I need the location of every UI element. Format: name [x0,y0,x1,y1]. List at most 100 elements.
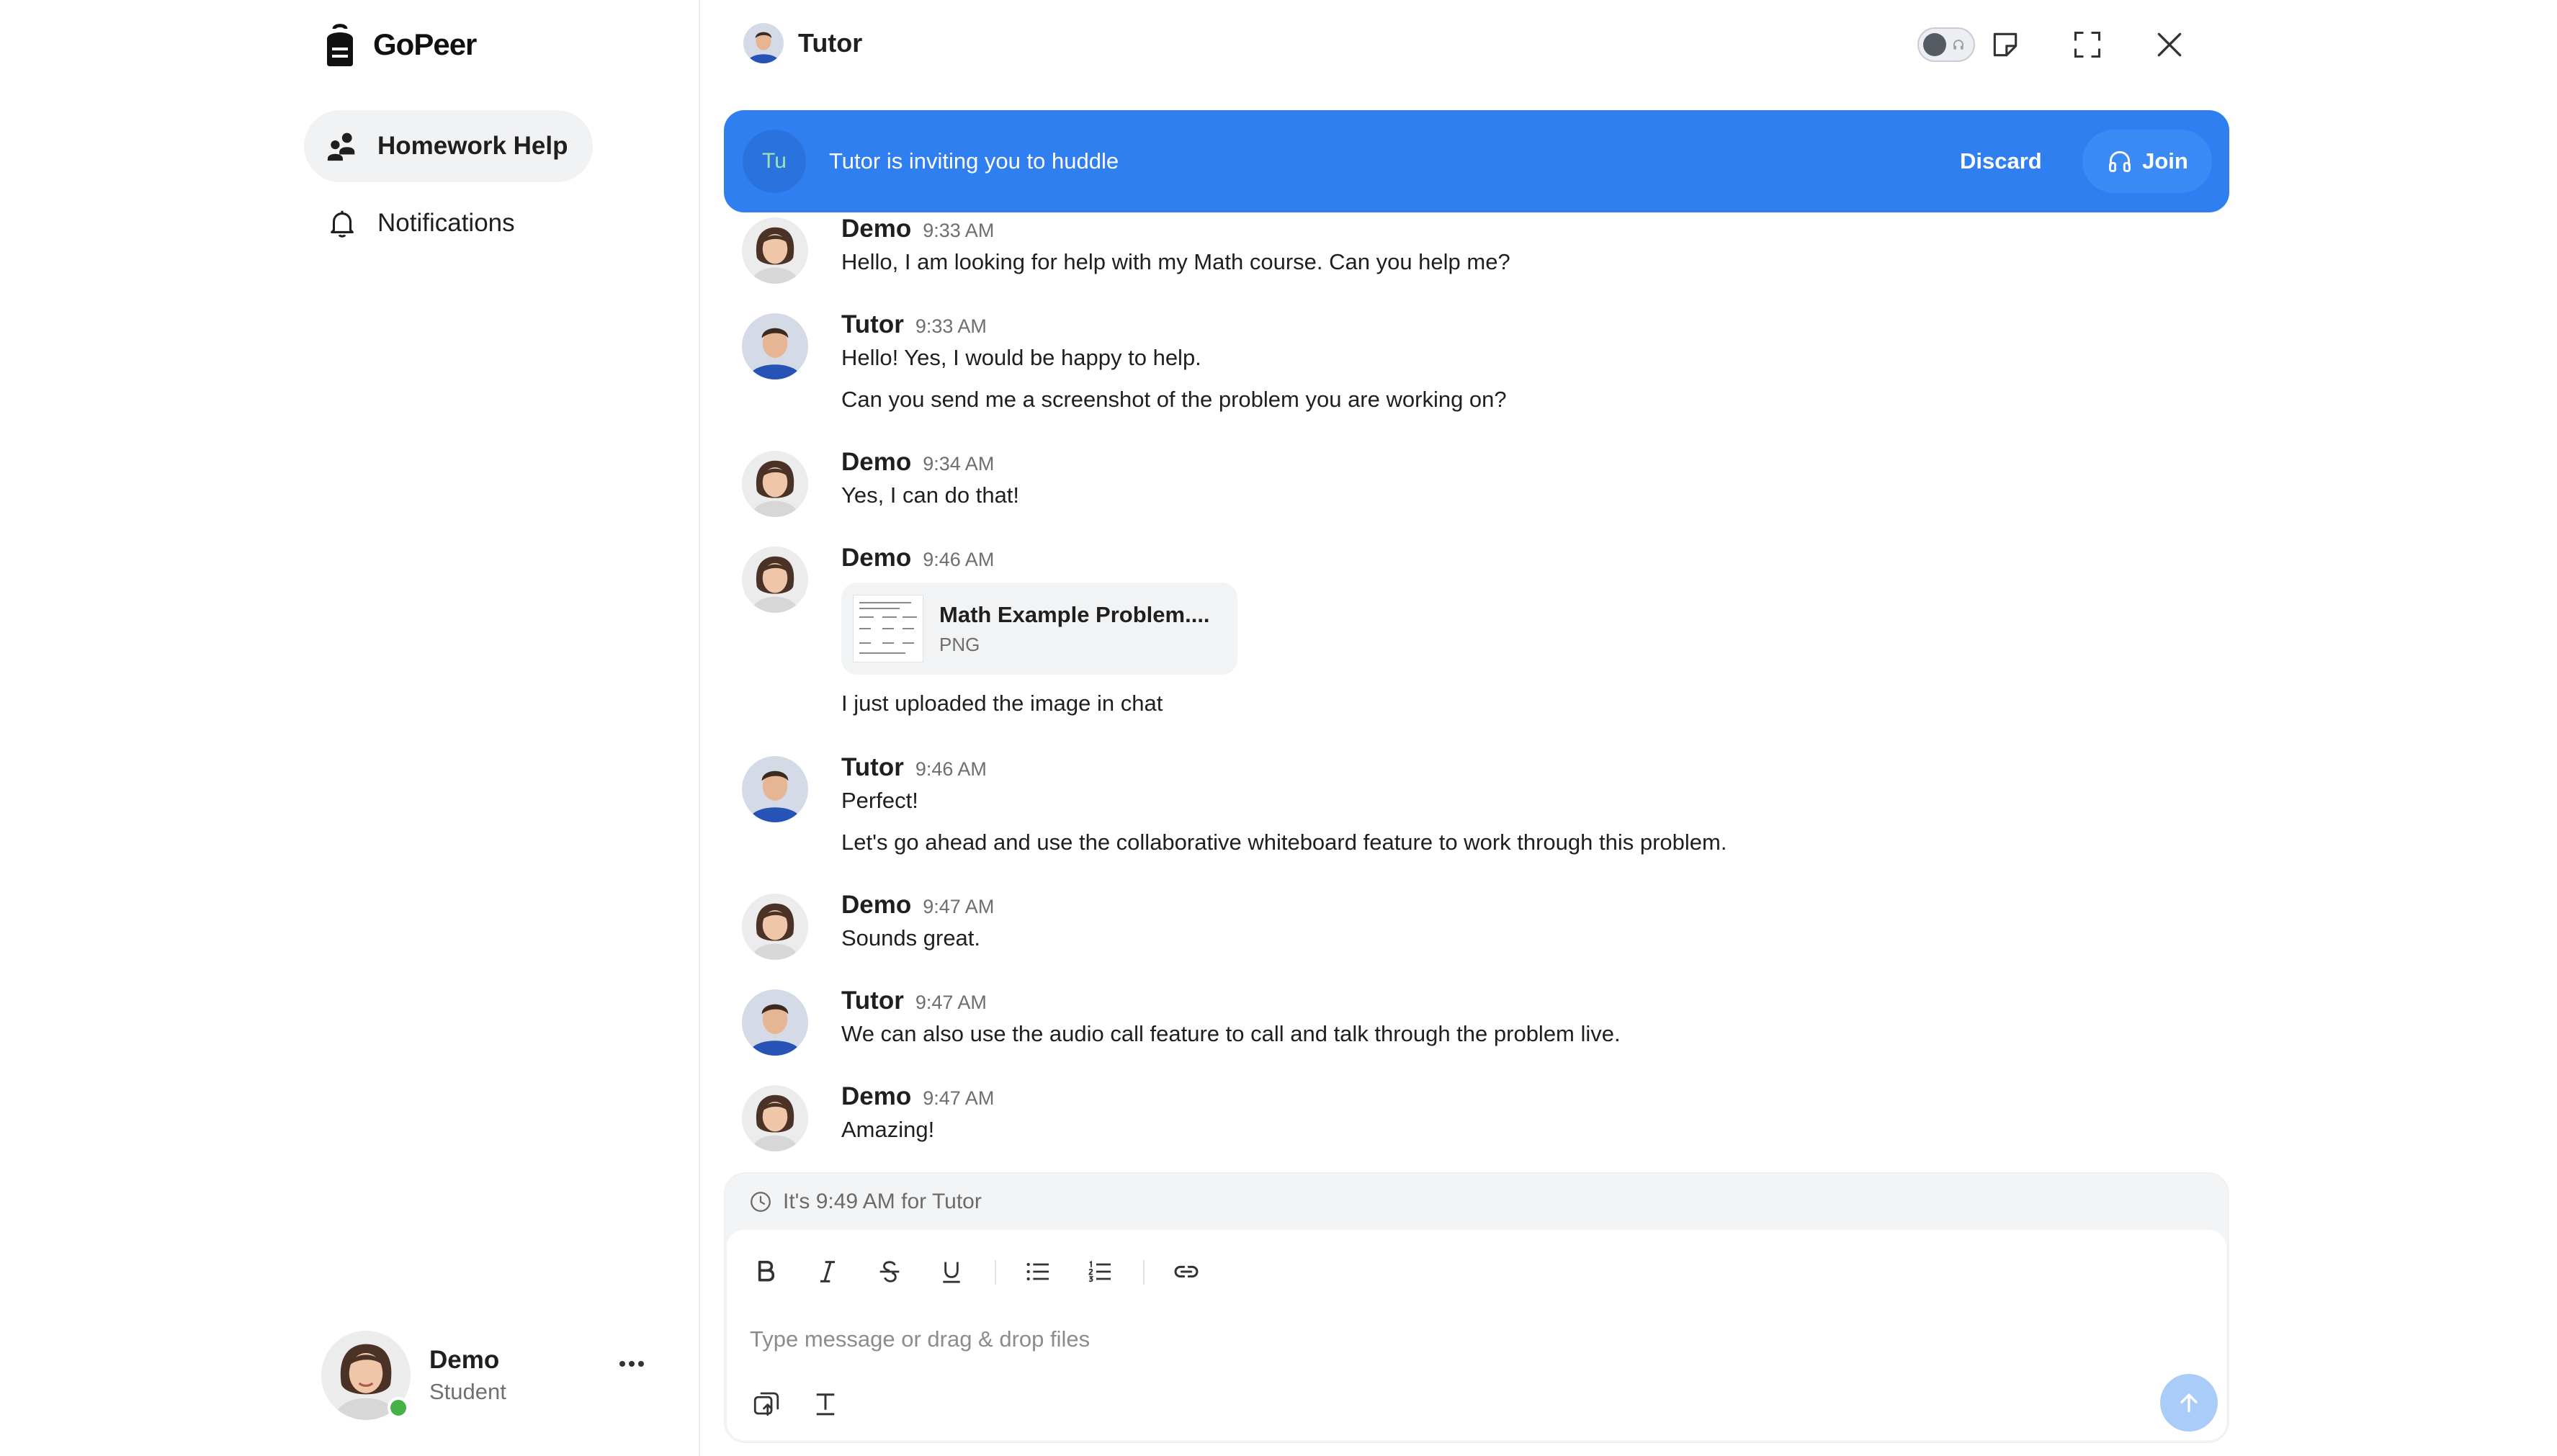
message-author: Demo [841,891,912,919]
demo-avatar-icon [742,894,808,960]
message-text: Perfect! [841,788,918,813]
sidebar-item-notifications[interactable]: Notifications [304,187,539,259]
bell-icon [326,207,359,240]
sidebar-item-homework-help[interactable]: Homework Help [304,110,593,182]
link-icon [1172,1257,1201,1286]
message-text: Can you send me a screenshot of the prob… [841,387,1507,412]
note-pencil-icon [1989,29,2021,60]
message-text: Hello! Yes, I would be happy to help. [841,345,1201,370]
message-author: Tutor [841,987,904,1015]
text-formatting-button[interactable] [807,1385,843,1421]
message-time: 9:34 AM [923,453,995,475]
message: Tutor 9:33 AM Hello! Yes, I would be hap… [742,310,1507,413]
sidebar-item-label: Homework Help [377,132,568,160]
tutor-avatar-icon [742,313,808,379]
message-time: 9:33 AM [923,220,995,241]
message-time: 9:33 AM [915,315,987,337]
dot-icon [638,1361,644,1367]
fullscreen-button[interactable] [2067,24,2108,65]
demo-avatar-icon [742,547,808,613]
bullet-list-icon [1024,1257,1052,1286]
underline-button[interactable] [934,1254,969,1289]
strikethrough-icon [875,1257,904,1286]
huddle-invite-text: Tutor is inviting you to huddle [829,148,1119,174]
attachment-thumbnail [853,595,923,662]
huddle-invite-banner: Tu Tutor is inviting you to huddle Disca… [724,110,2229,212]
headphones-icon [2106,148,2133,175]
message-time: 9:47 AM [923,896,995,917]
brand-name: GoPeer [373,27,477,61]
users-icon [326,130,359,163]
join-label: Join [2142,148,2188,174]
arrow-up-icon [2175,1388,2203,1417]
dot-icon [619,1361,625,1367]
message-author: Tutor [841,753,904,781]
demo-avatar-icon [742,217,808,284]
message-text: Sounds great. [841,925,981,951]
message: Tutor 9:46 AM Perfect! Let's go ahead an… [742,753,1727,855]
headphones-icon [1952,38,1965,51]
insert-link-button[interactable] [1169,1254,1204,1289]
online-status-indicator [388,1397,409,1419]
user-name: Demo [429,1346,500,1374]
more-options-button[interactable] [619,1361,644,1367]
tutor-avatar-icon [742,756,808,822]
message-text: Yes, I can do that! [841,482,1020,508]
join-huddle-button[interactable]: Join [2082,130,2212,193]
text-format-icon [810,1388,841,1419]
bold-icon [751,1257,780,1286]
tutor-avatar-icon [742,989,808,1056]
file-attachment[interactable]: Math Example Problem.... PNG [841,583,1237,675]
toolbar-divider [1143,1260,1145,1285]
tutor-avatar-icon [743,23,784,63]
message: Demo 9:34 AM Yes, I can do that! [742,448,1019,517]
close-button[interactable] [2149,24,2190,65]
message-author: Demo [841,448,912,476]
message: Demo 9:33 AM Hello, I am looking for hel… [742,215,1510,284]
message-author: Tutor [841,310,904,338]
message-time: 9:46 AM [923,549,995,570]
bold-button[interactable] [748,1254,783,1289]
message-text: Let's go ahead and use the collaborative… [841,830,1727,855]
user-role: Student [429,1379,506,1404]
current-user[interactable]: Demo Student [321,1331,506,1420]
backpack-logo-icon [323,22,357,68]
message-text: Hello, I am looking for help with my Mat… [841,249,1510,274]
message-time: 9:47 AM [923,1087,995,1109]
avatar [321,1331,411,1420]
tutor-initials-badge: Tu [743,130,806,193]
recipient-local-time: It's 9:49 AM for Tutor [748,1190,982,1214]
attachment-name: Math Example Problem.... [939,601,1210,627]
sidebar-item-label: Notifications [377,209,515,237]
expand-icon [2072,29,2103,60]
chat-title-text: Tutor [798,28,863,58]
dot-icon [629,1361,635,1367]
italic-icon [813,1257,842,1286]
message-time: 9:46 AM [915,758,987,780]
toolbar-divider [995,1260,996,1285]
send-button[interactable] [2160,1374,2218,1432]
attach-file-button[interactable] [748,1385,784,1421]
chat-title: Tutor [743,23,862,63]
message-text: We can also use the audio call feature t… [841,1021,1621,1046]
composer-editor [727,1230,2226,1440]
discard-button[interactable]: Discard [1941,139,2061,184]
message: Demo 9:46 AM Math Example Problem.... PN… [742,544,1237,716]
demo-avatar-icon [742,451,808,517]
numbered-list-button[interactable] [1083,1254,1117,1289]
brand[interactable]: GoPeer [323,22,477,68]
demo-avatar-icon [742,1085,808,1151]
message: Demo 9:47 AM Sounds great. [742,891,994,960]
clock-icon [748,1190,773,1214]
message-time: 9:47 AM [915,992,987,1013]
whiteboard-button[interactable] [1985,24,2025,65]
italic-button[interactable] [810,1254,845,1289]
huddle-toggle[interactable] [1917,27,1975,62]
strikethrough-button[interactable] [872,1254,907,1289]
message-author: Demo [841,1082,912,1110]
close-icon [2154,29,2185,60]
message: Demo 9:47 AM Amazing! [742,1082,994,1151]
message-input[interactable] [750,1318,2118,1361]
bullet-list-button[interactable] [1021,1254,1055,1289]
message-text: Amazing! [841,1117,935,1142]
